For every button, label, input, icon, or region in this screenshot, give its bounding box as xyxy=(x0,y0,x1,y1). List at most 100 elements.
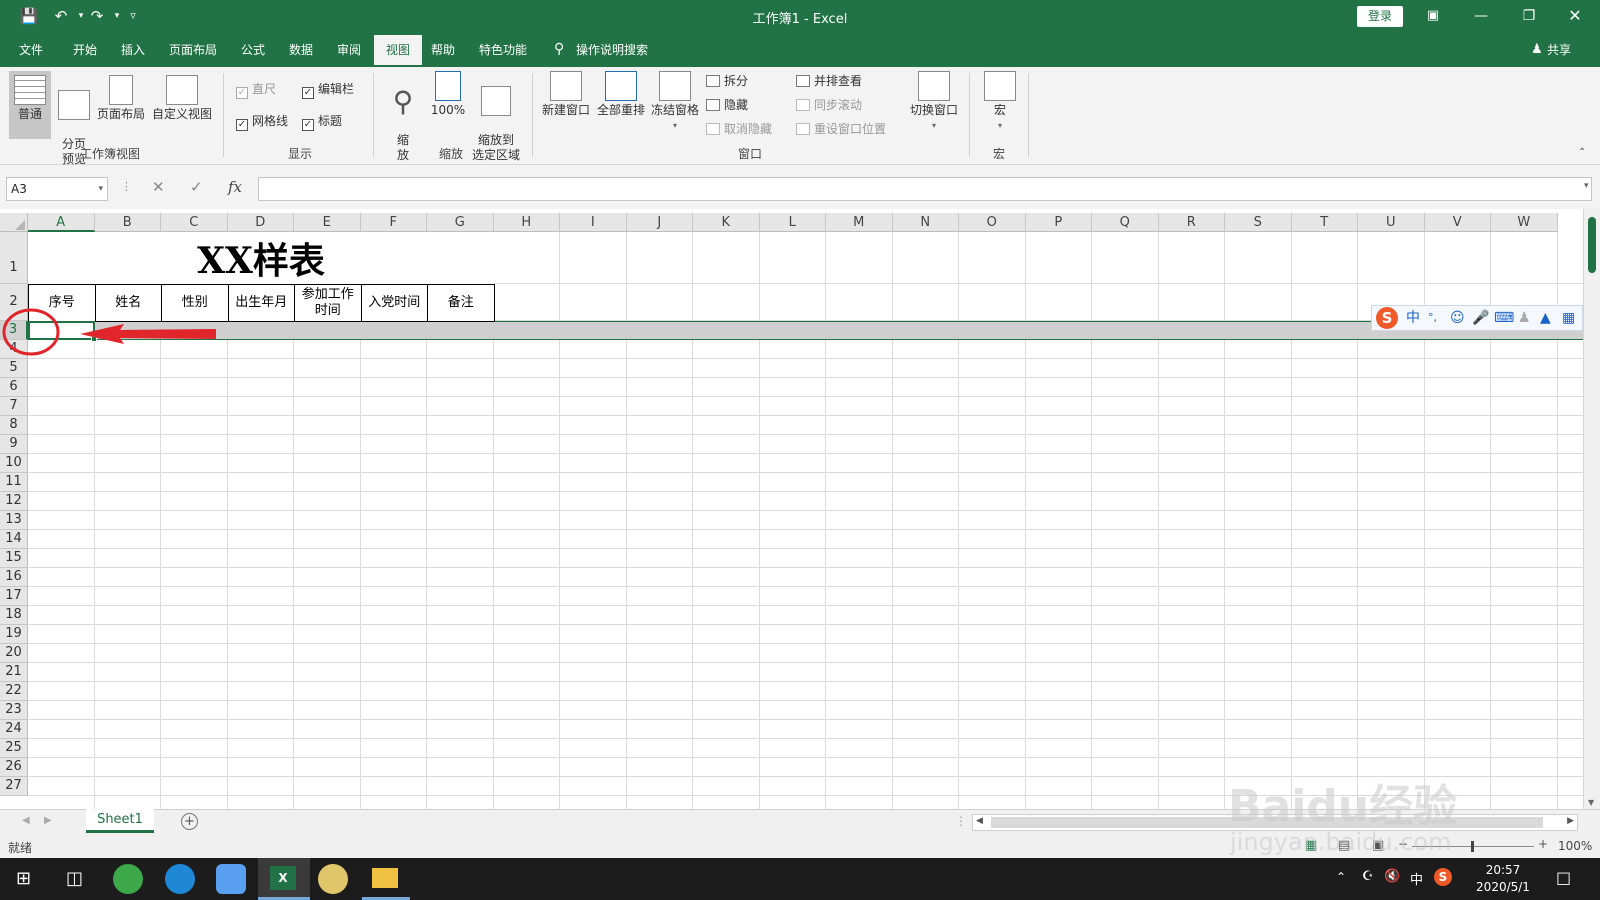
network-icon[interactable]: ☪ xyxy=(1362,869,1374,884)
ruler-checkbox[interactable]: ✓ 直尺 xyxy=(236,81,276,99)
column-header-I[interactable]: I xyxy=(560,213,627,232)
expand-formula-bar-icon[interactable]: ▾ xyxy=(1584,181,1589,191)
row-header-13[interactable]: 13 xyxy=(0,511,28,530)
explorer-taskbar-item[interactable] xyxy=(362,858,410,900)
gridlines-checkbox[interactable]: ✓ 网格线 xyxy=(236,113,288,131)
tab-page-layout[interactable]: 页面布局 xyxy=(164,33,222,67)
row-header-22[interactable]: 22 xyxy=(0,682,28,701)
column-header-Q[interactable]: Q xyxy=(1092,213,1159,232)
custom-views-button[interactable]: 自定义视图 xyxy=(150,71,214,139)
row-header-24[interactable]: 24 xyxy=(0,720,28,739)
normal-view-button[interactable]: 普通 xyxy=(9,71,51,139)
tab-formulas[interactable]: 公式 xyxy=(236,33,270,67)
column-header-C[interactable]: C xyxy=(161,213,228,232)
ime-indicator[interactable]: 中 xyxy=(1410,869,1423,888)
row-header-17[interactable]: 17 xyxy=(0,587,28,606)
row-header-21[interactable]: 21 xyxy=(0,663,28,682)
zoom-slider[interactable] xyxy=(1412,841,1534,852)
login-button[interactable]: 登录 xyxy=(1357,6,1403,27)
column-header-G[interactable]: G xyxy=(427,213,494,232)
tab-help[interactable]: 帮助 xyxy=(426,33,460,67)
scroll-down-icon[interactable]: ▼ xyxy=(1588,798,1594,807)
zoom-out-icon[interactable]: − xyxy=(1398,837,1408,851)
split-button[interactable]: 拆分 xyxy=(706,72,748,90)
page-break-status-icon[interactable]: ▣ xyxy=(1372,838,1384,853)
view-side-by-side-button[interactable]: 并排查看 xyxy=(796,72,862,90)
microphone-icon[interactable]: 🎤 xyxy=(1472,306,1489,330)
cancel-icon[interactable]: ✕ xyxy=(152,178,165,196)
app-icon[interactable] xyxy=(165,864,195,894)
row-header-11[interactable]: 11 xyxy=(0,473,28,492)
task-view-icon[interactable]: ◫ xyxy=(66,868,83,889)
tab-special-features[interactable]: 特色功能 xyxy=(474,33,532,67)
sheet-title[interactable]: XX样表 xyxy=(28,232,494,284)
freeze-panes-button[interactable]: 冻结窗格 ▾ xyxy=(648,71,702,143)
normal-view-status-icon[interactable]: ▦ xyxy=(1305,838,1317,853)
column-header-O[interactable]: O xyxy=(959,213,1026,232)
notification-icon[interactable]: □ xyxy=(1556,868,1571,887)
row-header-18[interactable]: 18 xyxy=(0,606,28,625)
tab-data[interactable]: 数据 xyxy=(284,33,318,67)
row-header-27[interactable]: 27 xyxy=(0,777,28,796)
vertical-scrollbar[interactable]: ▼ xyxy=(1583,209,1600,809)
tab-review[interactable]: 审阅 xyxy=(332,33,366,67)
row-header-6[interactable]: 6 xyxy=(0,378,28,397)
zoom-slider-thumb[interactable] xyxy=(1471,841,1474,852)
unhide-button[interactable]: 取消隐藏 xyxy=(706,120,772,138)
column-header-M[interactable]: M xyxy=(826,213,893,232)
row-header-26[interactable]: 26 xyxy=(0,758,28,777)
prev-sheet-icon[interactable]: ◀ xyxy=(22,815,30,826)
sync-scroll-button[interactable]: 同步滚动 xyxy=(796,96,862,114)
column-header-D[interactable]: D xyxy=(227,213,294,232)
column-header-P[interactable]: P xyxy=(1025,213,1092,232)
row-header-10[interactable]: 10 xyxy=(0,454,28,473)
page-layout-view-button[interactable]: 页面布局 xyxy=(96,71,146,139)
zoom-in-icon[interactable]: + xyxy=(1538,837,1548,851)
horizontal-scroll-thumb[interactable] xyxy=(991,817,1543,828)
skin-shirt-icon[interactable]: ▲ xyxy=(1540,306,1551,330)
tell-me-search[interactable]: 操作说明搜索 xyxy=(576,33,666,67)
close-icon[interactable]: ✕ xyxy=(1560,6,1590,26)
row-header-25[interactable]: 25 xyxy=(0,739,28,758)
minimize-icon[interactable]: — xyxy=(1466,6,1496,26)
column-header-V[interactable]: V xyxy=(1424,213,1491,232)
toolbox-grid-icon[interactable]: ▦ xyxy=(1562,306,1575,330)
zoom-button[interactable]: ⚲ 缩 放 xyxy=(386,71,420,163)
new-sheet-icon[interactable]: + xyxy=(181,813,198,830)
ime-punct-toggle[interactable]: °, xyxy=(1428,306,1437,330)
page-layout-status-icon[interactable]: ▤ xyxy=(1338,838,1350,853)
tab-split-handle-icon[interactable]: ⋮ xyxy=(955,814,967,828)
scroll-right-icon[interactable]: ▶ xyxy=(1567,816,1574,826)
zoom-level[interactable]: 100% xyxy=(1558,839,1592,853)
switch-windows-button[interactable]: 切换窗口 ▾ xyxy=(906,71,962,143)
macros-button[interactable]: 宏 ▾ xyxy=(980,71,1020,143)
row-header-15[interactable]: 15 xyxy=(0,549,28,568)
row-header-12[interactable]: 12 xyxy=(0,492,28,511)
collapse-ribbon-icon[interactable]: ⌃ xyxy=(1578,147,1586,158)
table-header-cell[interactable]: 入党时间 xyxy=(360,284,428,322)
horizontal-scrollbar[interactable]: ◀ ▶ xyxy=(972,814,1578,831)
column-header-B[interactable]: B xyxy=(94,213,161,232)
headings-checkbox[interactable]: ✓ 标题 xyxy=(302,113,342,131)
row-header-5[interactable]: 5 xyxy=(0,359,28,378)
sheet-tab-sheet1[interactable]: Sheet1 xyxy=(86,809,154,833)
formula-input[interactable] xyxy=(258,177,1592,201)
ime-toolbar[interactable]: S 中 °, ☺ 🎤 ⌨ ♟ ▲ ▦ xyxy=(1371,305,1583,331)
app-icon[interactable] xyxy=(216,864,246,894)
column-header-S[interactable]: S xyxy=(1225,213,1292,232)
user-icon[interactable]: ♟ xyxy=(1518,306,1531,330)
new-window-button[interactable]: 新建窗口 xyxy=(540,71,592,131)
zoom-to-selection-button[interactable]: 缩放到 选定区域 xyxy=(468,71,524,162)
tray-expand-icon[interactable]: ⌃ xyxy=(1336,870,1346,884)
restore-icon[interactable]: ❐ xyxy=(1514,6,1544,26)
column-header-A[interactable]: A xyxy=(28,213,95,232)
column-header-N[interactable]: N xyxy=(892,213,959,232)
tab-home[interactable]: 开始 xyxy=(68,33,102,67)
ribbon-display-options-icon[interactable]: ▣ xyxy=(1418,6,1448,26)
insert-function-icon[interactable]: fx xyxy=(228,178,242,196)
select-all-button[interactable] xyxy=(0,213,28,232)
row-header-20[interactable]: 20 xyxy=(0,644,28,663)
tab-insert[interactable]: 插入 xyxy=(116,33,150,67)
column-header-H[interactable]: H xyxy=(493,213,560,232)
reset-window-position-button[interactable]: 重设窗口位置 xyxy=(796,120,886,138)
